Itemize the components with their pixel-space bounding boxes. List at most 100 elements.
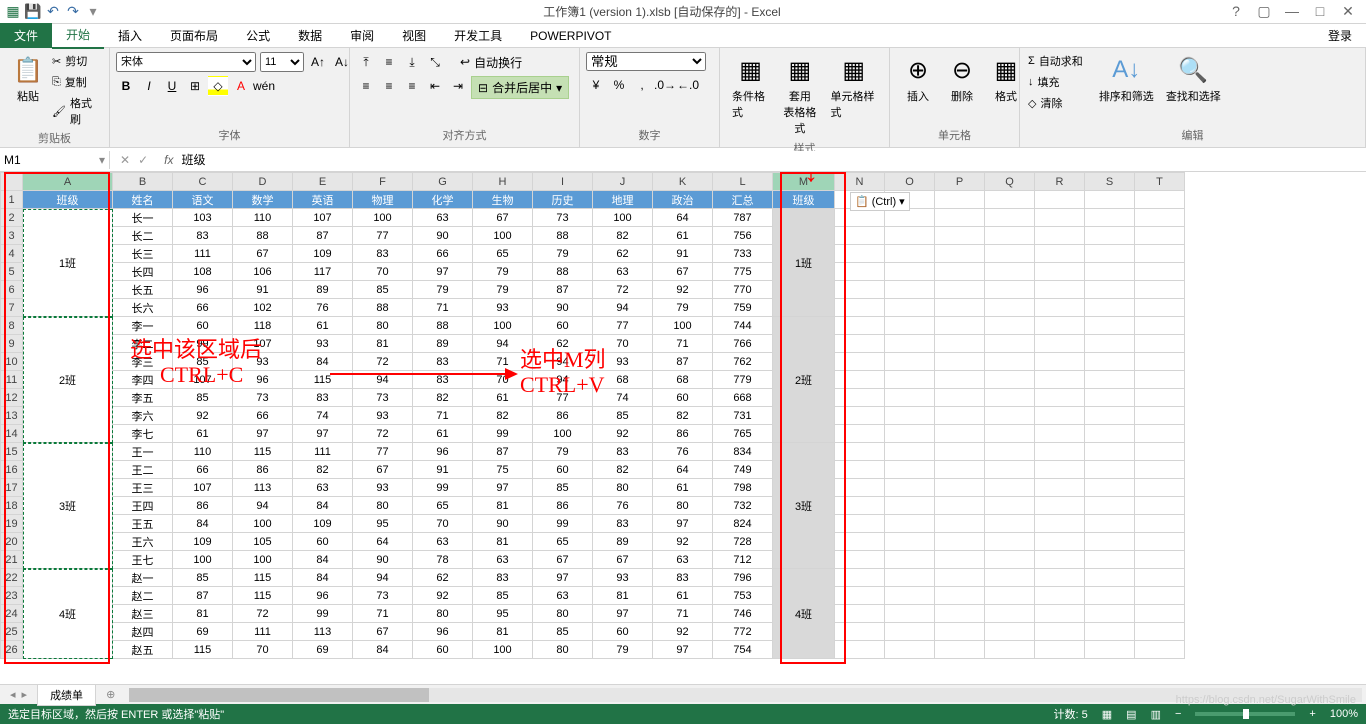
cell-empty[interactable] (1135, 461, 1185, 479)
comma-icon[interactable]: , (632, 75, 652, 95)
cell-data[interactable]: 766 (713, 335, 773, 353)
cell-data[interactable]: 99 (473, 425, 533, 443)
cell-data[interactable]: 78 (413, 551, 473, 569)
cell-data[interactable]: 63 (533, 587, 593, 605)
grid[interactable]: ABCDEFGHIJKLMNOPQRST1班级姓名语文数学英语物理化学生物历史地… (0, 172, 1185, 659)
cell-class-2[interactable]: 3班 (23, 443, 113, 569)
tab-home[interactable]: 开始 (52, 22, 104, 49)
cell-data[interactable]: 744 (713, 317, 773, 335)
cell-data[interactable]: 110 (233, 209, 293, 227)
cell-empty[interactable] (935, 371, 985, 389)
cell-empty[interactable] (985, 479, 1035, 497)
cell-data[interactable]: 779 (713, 371, 773, 389)
cell-empty[interactable] (1085, 641, 1135, 659)
cell-data[interactable]: 115 (293, 371, 353, 389)
cell-empty[interactable] (885, 443, 935, 461)
cell-class-1[interactable]: 2班 (23, 317, 113, 443)
row-header-1[interactable]: 1 (1, 191, 23, 209)
inc-indent-icon[interactable]: ⇥ (448, 76, 468, 96)
cell-data[interactable]: 100 (353, 209, 413, 227)
dec-indent-icon[interactable]: ⇤ (425, 76, 445, 96)
ribbon-options-icon[interactable]: ▢ (1254, 3, 1274, 20)
cell-data[interactable]: 728 (713, 533, 773, 551)
cell-data[interactable]: 92 (173, 407, 233, 425)
cell-data[interactable]: 93 (233, 353, 293, 371)
fx-icon[interactable]: fx (158, 153, 179, 167)
cell-empty[interactable] (1085, 227, 1135, 245)
name-box-dropdown-icon[interactable]: ▾ (99, 153, 105, 167)
cell-data[interactable]: 97 (473, 479, 533, 497)
cell-data[interactable]: 64 (653, 461, 713, 479)
cell-data[interactable]: 96 (413, 443, 473, 461)
cell-empty[interactable] (835, 407, 885, 425)
cell-empty[interactable] (935, 245, 985, 263)
cell-data[interactable]: 67 (593, 551, 653, 569)
cell-empty[interactable] (835, 605, 885, 623)
cell-data[interactable]: 71 (353, 605, 413, 623)
cell-empty[interactable] (885, 641, 935, 659)
row-header-16[interactable]: 16 (1, 461, 23, 479)
copy-button[interactable]: ⎘复制 (50, 73, 103, 91)
cell-data[interactable]: 92 (593, 425, 653, 443)
cell-empty[interactable] (985, 263, 1035, 281)
cell-data[interactable]: 71 (653, 605, 713, 623)
col-header-A[interactable]: A (23, 173, 113, 191)
cell-data[interactable]: 94 (353, 371, 413, 389)
cell-empty[interactable] (835, 317, 885, 335)
align-center-icon[interactable]: ≡ (379, 76, 399, 96)
cell-data[interactable]: 85 (533, 479, 593, 497)
horizontal-scrollbar[interactable] (129, 688, 1362, 702)
cell-empty[interactable] (1135, 479, 1185, 497)
cell-empty[interactable] (985, 335, 1035, 353)
cell-empty[interactable] (1085, 533, 1135, 551)
cell-empty[interactable] (1085, 389, 1135, 407)
help-icon[interactable]: ? (1226, 3, 1246, 20)
cell-header-9[interactable]: 地理 (593, 191, 653, 209)
cell-data[interactable]: 115 (233, 443, 293, 461)
maximize-icon[interactable]: □ (1310, 3, 1330, 20)
cell-data[interactable]: 73 (533, 209, 593, 227)
cell-empty[interactable] (985, 371, 1035, 389)
row-header-25[interactable]: 25 (1, 623, 23, 641)
cell-data[interactable]: 80 (353, 497, 413, 515)
number-format-select[interactable]: 常规 (586, 52, 706, 71)
cell-data[interactable]: 61 (653, 227, 713, 245)
cell-data[interactable]: 74 (293, 407, 353, 425)
cell-data[interactable]: 84 (173, 515, 233, 533)
inc-decimal-icon[interactable]: .0→ (655, 75, 675, 95)
cell-empty[interactable] (1085, 605, 1135, 623)
phonetic-icon[interactable]: wén (254, 76, 274, 96)
cell-data[interactable]: 73 (353, 587, 413, 605)
cell-data[interactable]: 100 (653, 317, 713, 335)
cell-data[interactable]: 69 (173, 623, 233, 641)
cell-data[interactable]: 长四 (113, 263, 173, 281)
cell-data[interactable]: 109 (293, 515, 353, 533)
cell-data[interactable]: 60 (653, 389, 713, 407)
cell-data[interactable]: 103 (173, 209, 233, 227)
fill-button[interactable]: ↓填充 (1026, 73, 1085, 91)
col-header-P[interactable]: P (935, 173, 985, 191)
cell-empty[interactable] (835, 461, 885, 479)
cell-data[interactable]: 89 (293, 281, 353, 299)
cell-data[interactable]: 93 (353, 479, 413, 497)
cell-data[interactable]: 94 (533, 371, 593, 389)
cell-data[interactable]: 89 (413, 335, 473, 353)
cell-data[interactable]: 76 (653, 443, 713, 461)
row-header-19[interactable]: 19 (1, 515, 23, 533)
cell-data[interactable]: 67 (353, 461, 413, 479)
cell-empty[interactable] (835, 479, 885, 497)
cell-data[interactable]: 60 (533, 461, 593, 479)
row-header-20[interactable]: 20 (1, 533, 23, 551)
select-all-corner[interactable] (1, 173, 23, 191)
cell-data[interactable]: 86 (533, 407, 593, 425)
cell-data[interactable]: 63 (593, 263, 653, 281)
tab-layout[interactable]: 页面布局 (156, 23, 232, 48)
cell-empty[interactable] (985, 443, 1035, 461)
cell-data[interactable]: 93 (593, 353, 653, 371)
cell-data[interactable]: 83 (593, 443, 653, 461)
cell-data[interactable]: 62 (533, 335, 593, 353)
col-header-G[interactable]: G (413, 173, 473, 191)
percent-icon[interactable]: % (609, 75, 629, 95)
cell-empty[interactable] (885, 425, 935, 443)
cell-data[interactable]: 93 (353, 407, 413, 425)
